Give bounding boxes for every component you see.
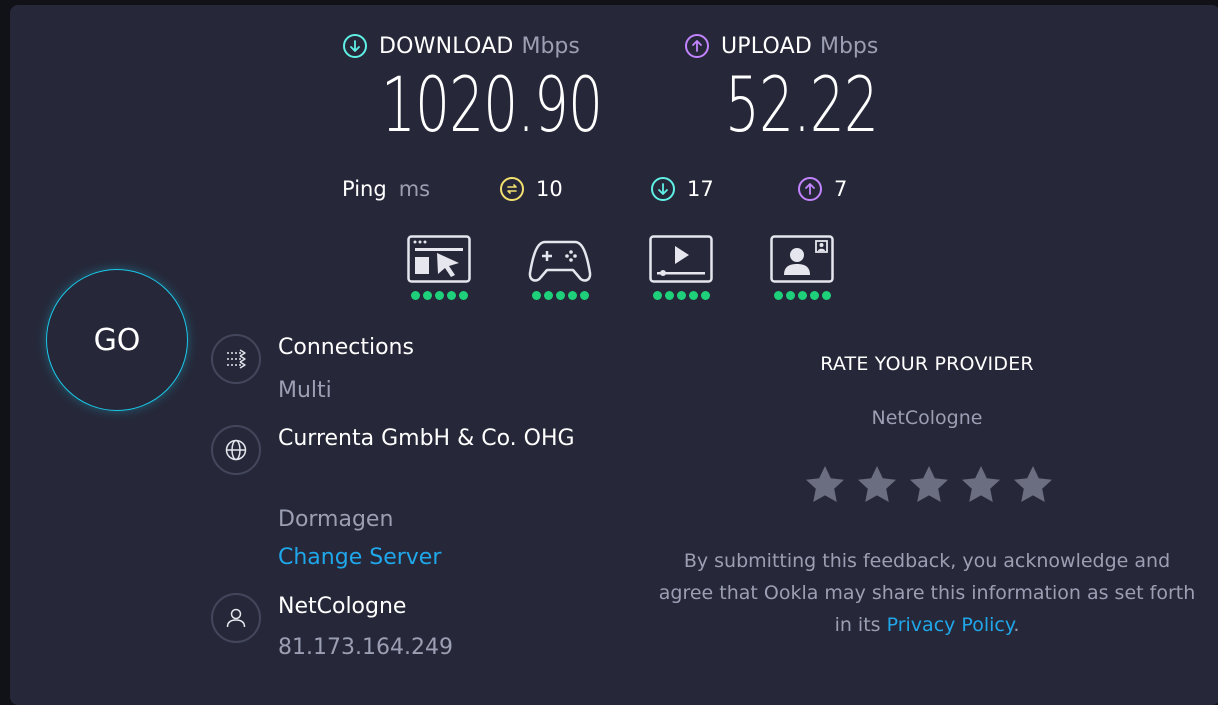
perf-video-chat [769, 235, 835, 300]
connections-icon [211, 334, 261, 384]
star-2-icon[interactable] [853, 461, 901, 509]
ping-label: Ping [342, 177, 387, 201]
ping-idle-icon [500, 177, 524, 201]
perf-rating-dots [773, 291, 831, 300]
disclaimer-end: . [1013, 614, 1020, 636]
video-chat-icon [770, 235, 834, 283]
ping-upload-value: 7 [834, 177, 848, 201]
provider-name: NetCologne [278, 594, 407, 619]
ping-upload: 7 [798, 172, 847, 206]
gaming-icon [528, 240, 592, 282]
server-location: Dormagen [278, 507, 394, 532]
globe-icon [211, 425, 261, 475]
download-header: DOWNLOAD Mbps [343, 31, 580, 61]
go-button[interactable]: GO [46, 269, 188, 411]
download-unit: Mbps [521, 33, 580, 59]
user-icon [211, 593, 261, 643]
perf-video-streaming [648, 235, 714, 300]
download-label: DOWNLOAD [379, 33, 514, 59]
upload-speed-value: 52.22 [725, 60, 879, 149]
perf-gaming [527, 235, 593, 300]
star-5-icon[interactable] [1009, 461, 1057, 509]
ping-idle: 10 [500, 172, 563, 206]
star-1-icon[interactable] [801, 461, 849, 509]
star-4-icon[interactable] [957, 461, 1005, 509]
upload-unit: Mbps [819, 33, 879, 59]
web-browsing-icon [407, 235, 471, 283]
arrow-up-icon [685, 34, 709, 58]
perf-rating-dots [531, 291, 589, 300]
perf-rating-dots [652, 291, 710, 300]
connections-value: Multi [278, 378, 332, 403]
video-streaming-icon [649, 235, 713, 283]
download-speed-value: 1020.90 [381, 60, 603, 149]
ping-idle-value: 10 [536, 177, 563, 201]
speedtest-panel: DOWNLOAD Mbps 1020.90 UPLOAD Mbps 52.22 … [10, 5, 1218, 705]
star-rating [801, 461, 1057, 509]
ping-download: 17 [651, 172, 714, 206]
rate-provider-title: RATE YOUR PROVIDER [820, 353, 1034, 375]
ping-unit: ms [398, 177, 431, 201]
connections-title: Connections [278, 335, 414, 360]
feedback-disclaimer: By submitting this feedback, you acknowl… [658, 545, 1196, 641]
upload-label: UPLOAD [721, 33, 812, 59]
arrow-up-icon [798, 177, 822, 201]
change-server-link[interactable]: Change Server [278, 543, 441, 573]
privacy-policy-link[interactable]: Privacy Policy [887, 614, 1014, 636]
arrow-down-icon [343, 34, 367, 58]
ping-row: Ping ms [342, 172, 430, 206]
arrow-down-icon [651, 177, 675, 201]
perf-rating-dots [410, 291, 468, 300]
perf-web-browsing [406, 235, 472, 300]
ping-download-value: 17 [687, 177, 714, 201]
upload-header: UPLOAD Mbps [685, 31, 878, 61]
star-3-icon[interactable] [905, 461, 953, 509]
rate-provider-name: NetCologne [871, 407, 983, 429]
server-name: Currenta GmbH & Co. OHG [278, 426, 575, 451]
provider-ip: 81.173.164.249 [278, 635, 453, 660]
